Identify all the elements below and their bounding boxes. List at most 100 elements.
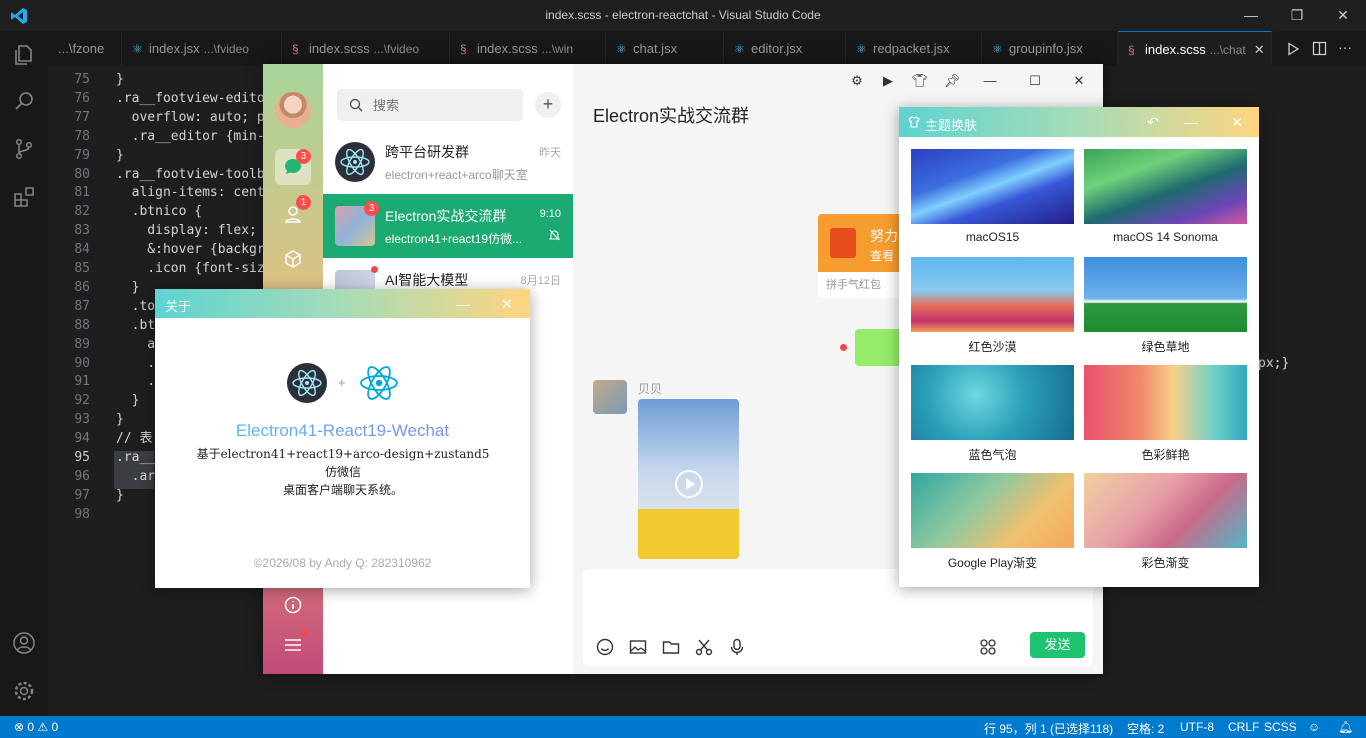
tab-fzone[interactable]: ...\fzone	[48, 31, 122, 66]
tab-editor-jsx[interactable]: ⚛ editor.jsx	[724, 31, 846, 66]
about-minimize-button[interactable]: —	[452, 293, 474, 315]
code-line: .icon {font-siz	[116, 261, 265, 276]
image-icon[interactable]	[628, 637, 648, 657]
theme-option[interactable]: Google Play渐变	[911, 473, 1074, 573]
conversation-item[interactable]: 跨平台研发群 electron+react+arco聊天室 昨天	[323, 130, 573, 194]
emoji-icon[interactable]	[595, 637, 615, 657]
send-button[interactable]: 发送	[1030, 632, 1085, 658]
theme-option[interactable]: macOS 14 Sonoma	[1084, 149, 1247, 249]
tab-index-scss-fvideo[interactable]: § index.scss ...\fvideo	[282, 31, 450, 66]
close-button[interactable]: ✕	[1320, 0, 1366, 31]
tab-dir: ...\win	[541, 42, 574, 56]
sidebar-item-menu[interactable]	[275, 627, 311, 663]
code-line: .ra__editor {min-	[116, 128, 265, 144]
theme-option[interactable]: 蓝色气泡	[911, 365, 1074, 465]
account-icon[interactable]	[12, 631, 36, 655]
line-number: 88	[74, 317, 90, 333]
line-number: 77	[74, 109, 90, 125]
code-line: .	[116, 374, 156, 390]
search-input[interactable]	[373, 89, 513, 121]
theme-option[interactable]: 红色沙漠	[911, 257, 1074, 357]
tab-index-scss-chat[interactable]: § index.scss ...\chat ✕	[1118, 31, 1272, 66]
tab-groupinfo-jsx[interactable]: ⚛ groupinfo.jsx	[982, 31, 1118, 66]
settings-gear-icon[interactable]	[12, 679, 36, 703]
apps-grid-icon[interactable]	[978, 637, 998, 657]
shirt-icon[interactable]: 👕︎	[906, 70, 934, 92]
react-icon: ⚛	[856, 42, 867, 56]
window-close-button[interactable]: ✕	[1065, 70, 1093, 92]
theme-label: macOS 14 Sonoma	[1113, 230, 1218, 244]
theme-palette-icon[interactable]: ⚙	[843, 70, 871, 92]
line-number: 92	[74, 393, 90, 409]
tab-dir: ...\chat	[1209, 43, 1246, 57]
microphone-icon[interactable]	[727, 637, 747, 657]
theme-minimize-button[interactable]: —	[1179, 111, 1203, 133]
feedback-icon[interactable]: ☺	[1308, 720, 1320, 734]
extensions-icon[interactable]	[12, 185, 36, 209]
indentation[interactable]: 空格: 2	[1127, 720, 1164, 737]
unread-voice-dot	[840, 344, 847, 351]
notifications-bell-icon[interactable]: 🔔︎	[1338, 720, 1353, 734]
line-ending[interactable]: CRLF	[1228, 720, 1259, 734]
theme-close-button[interactable]: ✕	[1225, 111, 1249, 133]
line-number: 98	[74, 506, 90, 522]
sass-icon: §	[1128, 43, 1135, 57]
folder-icon[interactable]	[661, 637, 681, 657]
add-chat-button[interactable]: +	[535, 92, 561, 118]
code-line: a	[116, 336, 156, 352]
tab-index-jsx-fvideo[interactable]: ⚛ index.jsx ...\fvideo	[122, 31, 282, 66]
video-message[interactable]	[638, 399, 739, 559]
sidebar-item-about[interactable]	[275, 587, 311, 623]
theme-option[interactable]: 彩色渐变	[1084, 473, 1247, 573]
minimize-button[interactable]: —	[1228, 0, 1274, 31]
tab-close-icon[interactable]: ✕	[1254, 42, 1265, 57]
more-actions-icon[interactable]: ···	[1338, 39, 1352, 55]
line-number: 87	[74, 298, 90, 314]
line-number: 96	[74, 468, 90, 484]
code-line: .btnico {	[116, 204, 203, 220]
language-mode[interactable]: SCSS	[1264, 720, 1297, 734]
tab-redpacket-jsx[interactable]: ⚛ redpacket.jsx	[846, 31, 982, 66]
line-number: 94	[74, 431, 90, 447]
window-maximize-button[interactable]: ☐	[1021, 70, 1049, 92]
theme-option[interactable]: 色彩鲜艳	[1084, 365, 1247, 465]
tab-label: index.scss	[309, 41, 370, 56]
line-number: 85	[74, 261, 90, 276]
sidebar-item-chat[interactable]: 3	[275, 149, 311, 185]
search-icon[interactable]	[12, 89, 36, 113]
source-control-icon[interactable]	[12, 137, 36, 161]
line-number: 75	[74, 72, 90, 87]
split-editor-icon[interactable]	[1312, 41, 1327, 56]
tab-dir: ...\fvideo	[203, 42, 249, 56]
theme-option[interactable]: 绿色草地	[1084, 257, 1247, 357]
conversation-item-active[interactable]: 3 Electron实战交流群 electron41+react19仿微... …	[323, 194, 573, 258]
editor-actions: ···	[1276, 31, 1366, 66]
conversation-time: 8月12日	[520, 275, 561, 287]
window-minimize-button[interactable]: —	[976, 70, 1004, 92]
run-icon[interactable]	[1286, 42, 1300, 56]
cube-icon	[285, 250, 301, 268]
about-close-button[interactable]: ✕	[496, 293, 518, 315]
encoding[interactable]: UTF-8	[1180, 720, 1214, 734]
conversation-time: 9:10	[539, 208, 561, 220]
pin-icon[interactable]: 📌︎	[938, 70, 966, 92]
tab-chat-jsx[interactable]: ⚛ chat.jsx	[606, 31, 724, 66]
play-circle-icon[interactable]: ▶	[874, 70, 902, 92]
problems-indicator[interactable]: ⊗ 0 ⚠ 0	[14, 720, 58, 734]
theme-option[interactable]: macOS15	[911, 149, 1074, 249]
sidebar-item-contacts[interactable]: 1	[275, 195, 311, 231]
maximize-button[interactable]: ❐	[1274, 0, 1320, 31]
info-icon	[284, 596, 302, 614]
tab-index-scss-win[interactable]: § index.scss ...\win	[450, 31, 606, 66]
scissors-icon[interactable]	[694, 637, 714, 657]
sender-avatar[interactable]	[593, 380, 627, 414]
sidebar-item-favorites[interactable]	[275, 241, 311, 277]
avatar[interactable]	[275, 92, 311, 128]
tab-label: index.jsx	[149, 41, 200, 56]
tab-label: groupinfo.jsx	[1009, 41, 1083, 56]
cursor-position[interactable]: 行 95，列 1 (已选择118)	[984, 720, 1113, 737]
reset-theme-icon[interactable]: ↶	[1141, 111, 1165, 133]
red-packet-message[interactable]: 努力 查看 拼手气红包	[818, 214, 908, 298]
explorer-icon[interactable]	[12, 43, 36, 67]
code-line: .ar	[116, 468, 156, 484]
